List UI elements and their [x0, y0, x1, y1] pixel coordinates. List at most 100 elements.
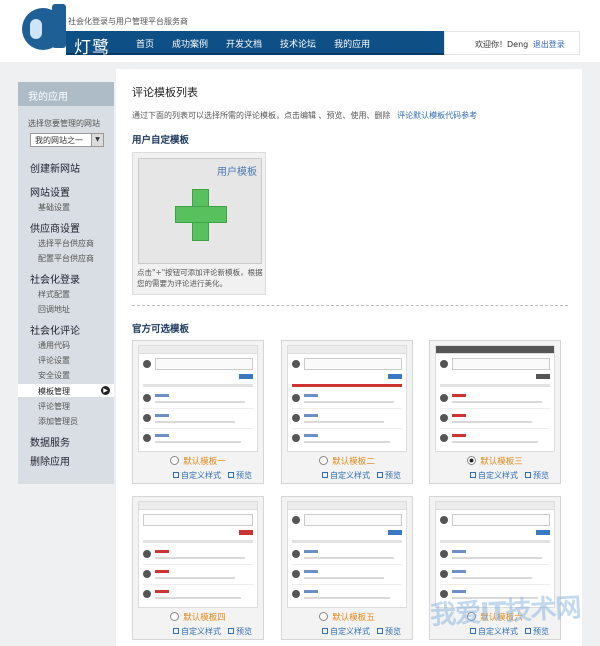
template-card-4: 默认模板四 自定义样式 预览 — [132, 496, 264, 640]
template-option[interactable]: 默认模板二 — [282, 455, 412, 467]
sidebar-item-callback-url[interactable]: 回调地址 — [38, 304, 70, 315]
edit-icon — [470, 472, 476, 478]
template-radio[interactable] — [467, 456, 477, 465]
brand-name[interactable]: 灯鹭 — [74, 33, 110, 58]
template-name: 默认模板一 — [183, 457, 226, 467]
customize-style-link[interactable]: 自定义样式 — [173, 626, 221, 637]
chevron-down-icon[interactable]: ▼ — [91, 134, 103, 146]
preview-icon — [377, 472, 383, 478]
custom-template-card: 用户模板 点击"+"按钮可添加评论新模板，根据您的需要为评论进行美化。 — [132, 152, 266, 295]
template-card-3: 默认模板三 自定义样式 预览 — [429, 340, 561, 484]
page-description: 通过下面的列表可以选择所需的评论模板，点击编辑 、预览、使用、删除 评论默认模板… — [132, 110, 477, 121]
sidebar-item-basic-settings[interactable]: 基础设置 — [38, 202, 70, 213]
preview-icon — [377, 628, 383, 634]
template-thumbnail[interactable] — [138, 345, 258, 452]
sidebar-title: 我的应用 — [18, 82, 114, 106]
section-divider — [132, 305, 568, 306]
custom-templates-heading: 用户自定模板 — [132, 135, 190, 146]
preview-link[interactable]: 预览 — [377, 470, 401, 481]
template-option[interactable]: 默认模板一 — [133, 455, 263, 467]
preview-link[interactable]: 预览 — [525, 470, 549, 481]
site-select[interactable]: 我的网站之一 ▼ — [30, 133, 104, 147]
main-nav: 灯鹭 首页 成功案例 开发文档 技术论坛 我的应用 — [66, 31, 444, 58]
sidebar-item-config-provider[interactable]: 配置平台供应商 — [38, 253, 94, 264]
customize-style-link[interactable]: 自定义样式 — [322, 626, 370, 637]
template-option[interactable]: 默认模板五 — [282, 611, 412, 623]
sidebar-group-provider[interactable]: 供应商设置 — [30, 220, 80, 235]
template-radio[interactable] — [319, 612, 329, 621]
template-name: 默认模板二 — [332, 457, 375, 467]
template-name: 默认模板五 — [332, 613, 375, 623]
template-thumbnail[interactable] — [138, 501, 258, 608]
official-templates-heading: 官方可选模板 — [132, 324, 190, 335]
custom-template-hint: 点击"+"按钮可添加评论新模板，根据您的需要为评论进行美化。 — [137, 268, 263, 288]
template-card-1: 默认模板一 自定义样式 预览 — [132, 340, 264, 484]
nav-forum[interactable]: 技术论坛 — [280, 37, 316, 50]
nav-my-apps[interactable]: 我的应用 — [334, 37, 370, 50]
sidebar: 我的应用 选择您要管理的网站 我的网站之一 ▼ 创建新网站 网站设置 基础设置 … — [18, 82, 114, 484]
preview-link[interactable]: 预览 — [377, 626, 401, 637]
customize-label: 自定义样式 — [330, 627, 370, 636]
customize-style-link[interactable]: 自定义样式 — [470, 470, 518, 481]
main-content: 评论模板列表 通过下面的列表可以选择所需的评论模板，点击编辑 、预览、使用、删除… — [116, 69, 582, 646]
customize-style-link[interactable]: 自定义样式 — [322, 470, 370, 481]
sidebar-item-choose-provider[interactable]: 选择平台供应商 — [38, 238, 94, 249]
customize-label: 自定义样式 — [181, 627, 221, 636]
template-card-5: 默认模板五 自定义样式 预览 — [281, 496, 413, 640]
template-name: 默认模板三 — [480, 457, 523, 467]
template-radio[interactable] — [170, 612, 180, 621]
sidebar-item-add-admin[interactable]: 添加管理员 — [38, 416, 78, 427]
page-title: 评论模板列表 — [132, 86, 198, 99]
preview-link[interactable]: 预览 — [228, 626, 252, 637]
customize-style-link[interactable]: 自定义样式 — [173, 470, 221, 481]
sidebar-item-style-config[interactable]: 样式配置 — [38, 289, 70, 300]
logo-mark[interactable] — [22, 8, 64, 50]
sidebar-item-comment-settings[interactable]: 评论设置 — [38, 355, 70, 366]
sidebar-item-comment-manage[interactable]: 评论管理 — [38, 401, 70, 412]
nav-docs[interactable]: 开发文档 — [226, 37, 262, 50]
description-text: 通过下面的列表可以选择所需的评论模板，点击编辑 、预览、使用、删除 — [132, 111, 391, 120]
edit-icon — [322, 472, 328, 478]
preview-label: 预览 — [533, 471, 549, 480]
customize-label: 自定义样式 — [181, 471, 221, 480]
template-card-2: 默认模板二 自定义样式 预览 — [281, 340, 413, 484]
template-thumbnail[interactable] — [435, 345, 555, 452]
sidebar-group-social-comment[interactable]: 社会化评论 — [30, 322, 80, 337]
add-template-area[interactable]: 用户模板 — [138, 158, 262, 264]
template-option[interactable]: 默认模板四 — [133, 611, 263, 623]
template-option[interactable]: 默认模板三 — [430, 455, 560, 467]
welcome-text: 欢迎你！Deng — [475, 40, 529, 49]
preview-link[interactable]: 预览 — [228, 470, 252, 481]
template-radio[interactable] — [319, 456, 329, 465]
preview-label: 预览 — [533, 627, 549, 636]
nav-cases[interactable]: 成功案例 — [172, 37, 208, 50]
preview-label: 预览 — [236, 471, 252, 480]
sidebar-data-service[interactable]: 数据服务 — [30, 434, 70, 449]
customize-label: 自定义样式 — [478, 471, 518, 480]
sidebar-delete-app[interactable]: 删除应用 — [30, 453, 70, 468]
arrow-right-icon: ▶ — [101, 386, 110, 395]
nav-home[interactable]: 首页 — [136, 37, 154, 50]
sidebar-group-social-login[interactable]: 社会化登录 — [30, 271, 80, 286]
preview-label: 预览 — [385, 471, 401, 480]
sidebar-create-site[interactable]: 创建新网站 — [30, 160, 80, 175]
site-header: 社会化登录与用户管理平台服务商 灯鹭 首页 成功案例 开发文档 技术论坛 我的应… — [0, 0, 600, 62]
watermark: 我爱IT技术网 — [429, 593, 582, 631]
preview-link[interactable]: 预览 — [525, 626, 549, 637]
template-thumbnail[interactable] — [287, 345, 407, 452]
template-code-link[interactable]: 评论默认模板代码参考 — [397, 111, 477, 120]
template-thumbnail[interactable] — [287, 501, 407, 608]
add-icon-center — [193, 207, 208, 222]
preview-icon — [228, 472, 234, 478]
sidebar-item-template-manage[interactable]: 模板管理 ▶ — [18, 384, 114, 397]
site-select-value: 我的网站之一 — [35, 136, 83, 145]
edit-icon — [173, 628, 179, 634]
template-radio[interactable] — [170, 456, 180, 465]
preview-label: 预览 — [236, 627, 252, 636]
sidebar-group-site-settings[interactable]: 网站设置 — [30, 184, 70, 199]
sidebar-item-common-code[interactable]: 通用代码 — [38, 340, 70, 351]
customize-label: 自定义样式 — [330, 471, 370, 480]
sidebar-item-security-settings[interactable]: 安全设置 — [38, 370, 70, 381]
slogan: 社会化登录与用户管理平台服务商 — [68, 17, 188, 26]
logout-link[interactable]: 退出登录 — [533, 40, 565, 49]
